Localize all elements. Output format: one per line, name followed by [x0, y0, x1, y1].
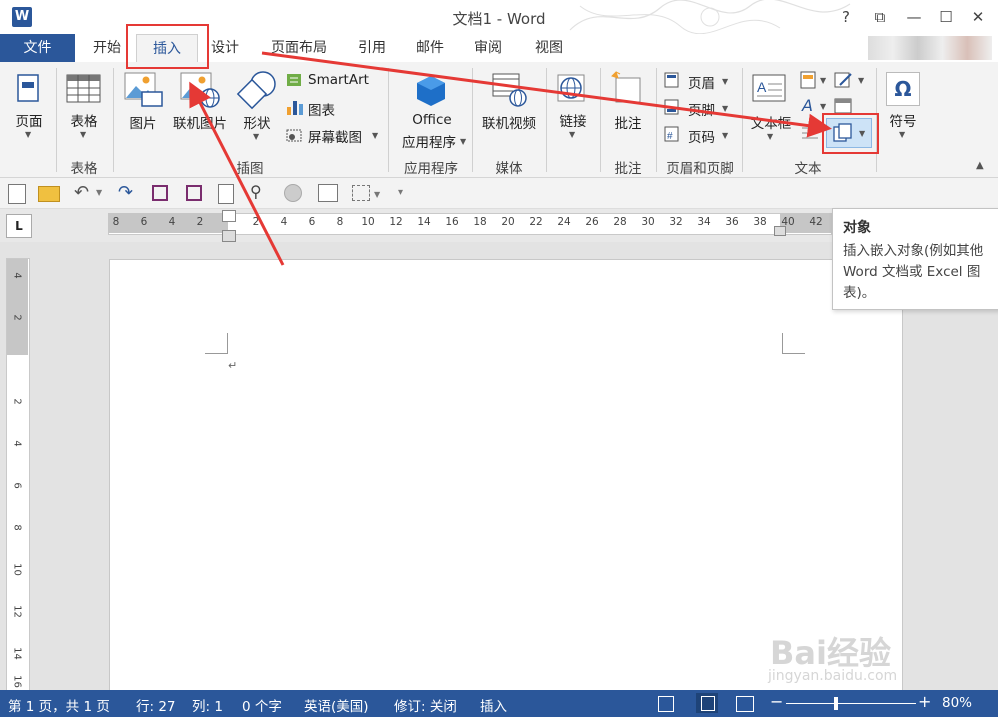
arrow-to-insert-tab: [189, 81, 285, 266]
annotation-arrows: [189, 51, 832, 266]
arrow-to-object-button: [261, 51, 832, 138]
